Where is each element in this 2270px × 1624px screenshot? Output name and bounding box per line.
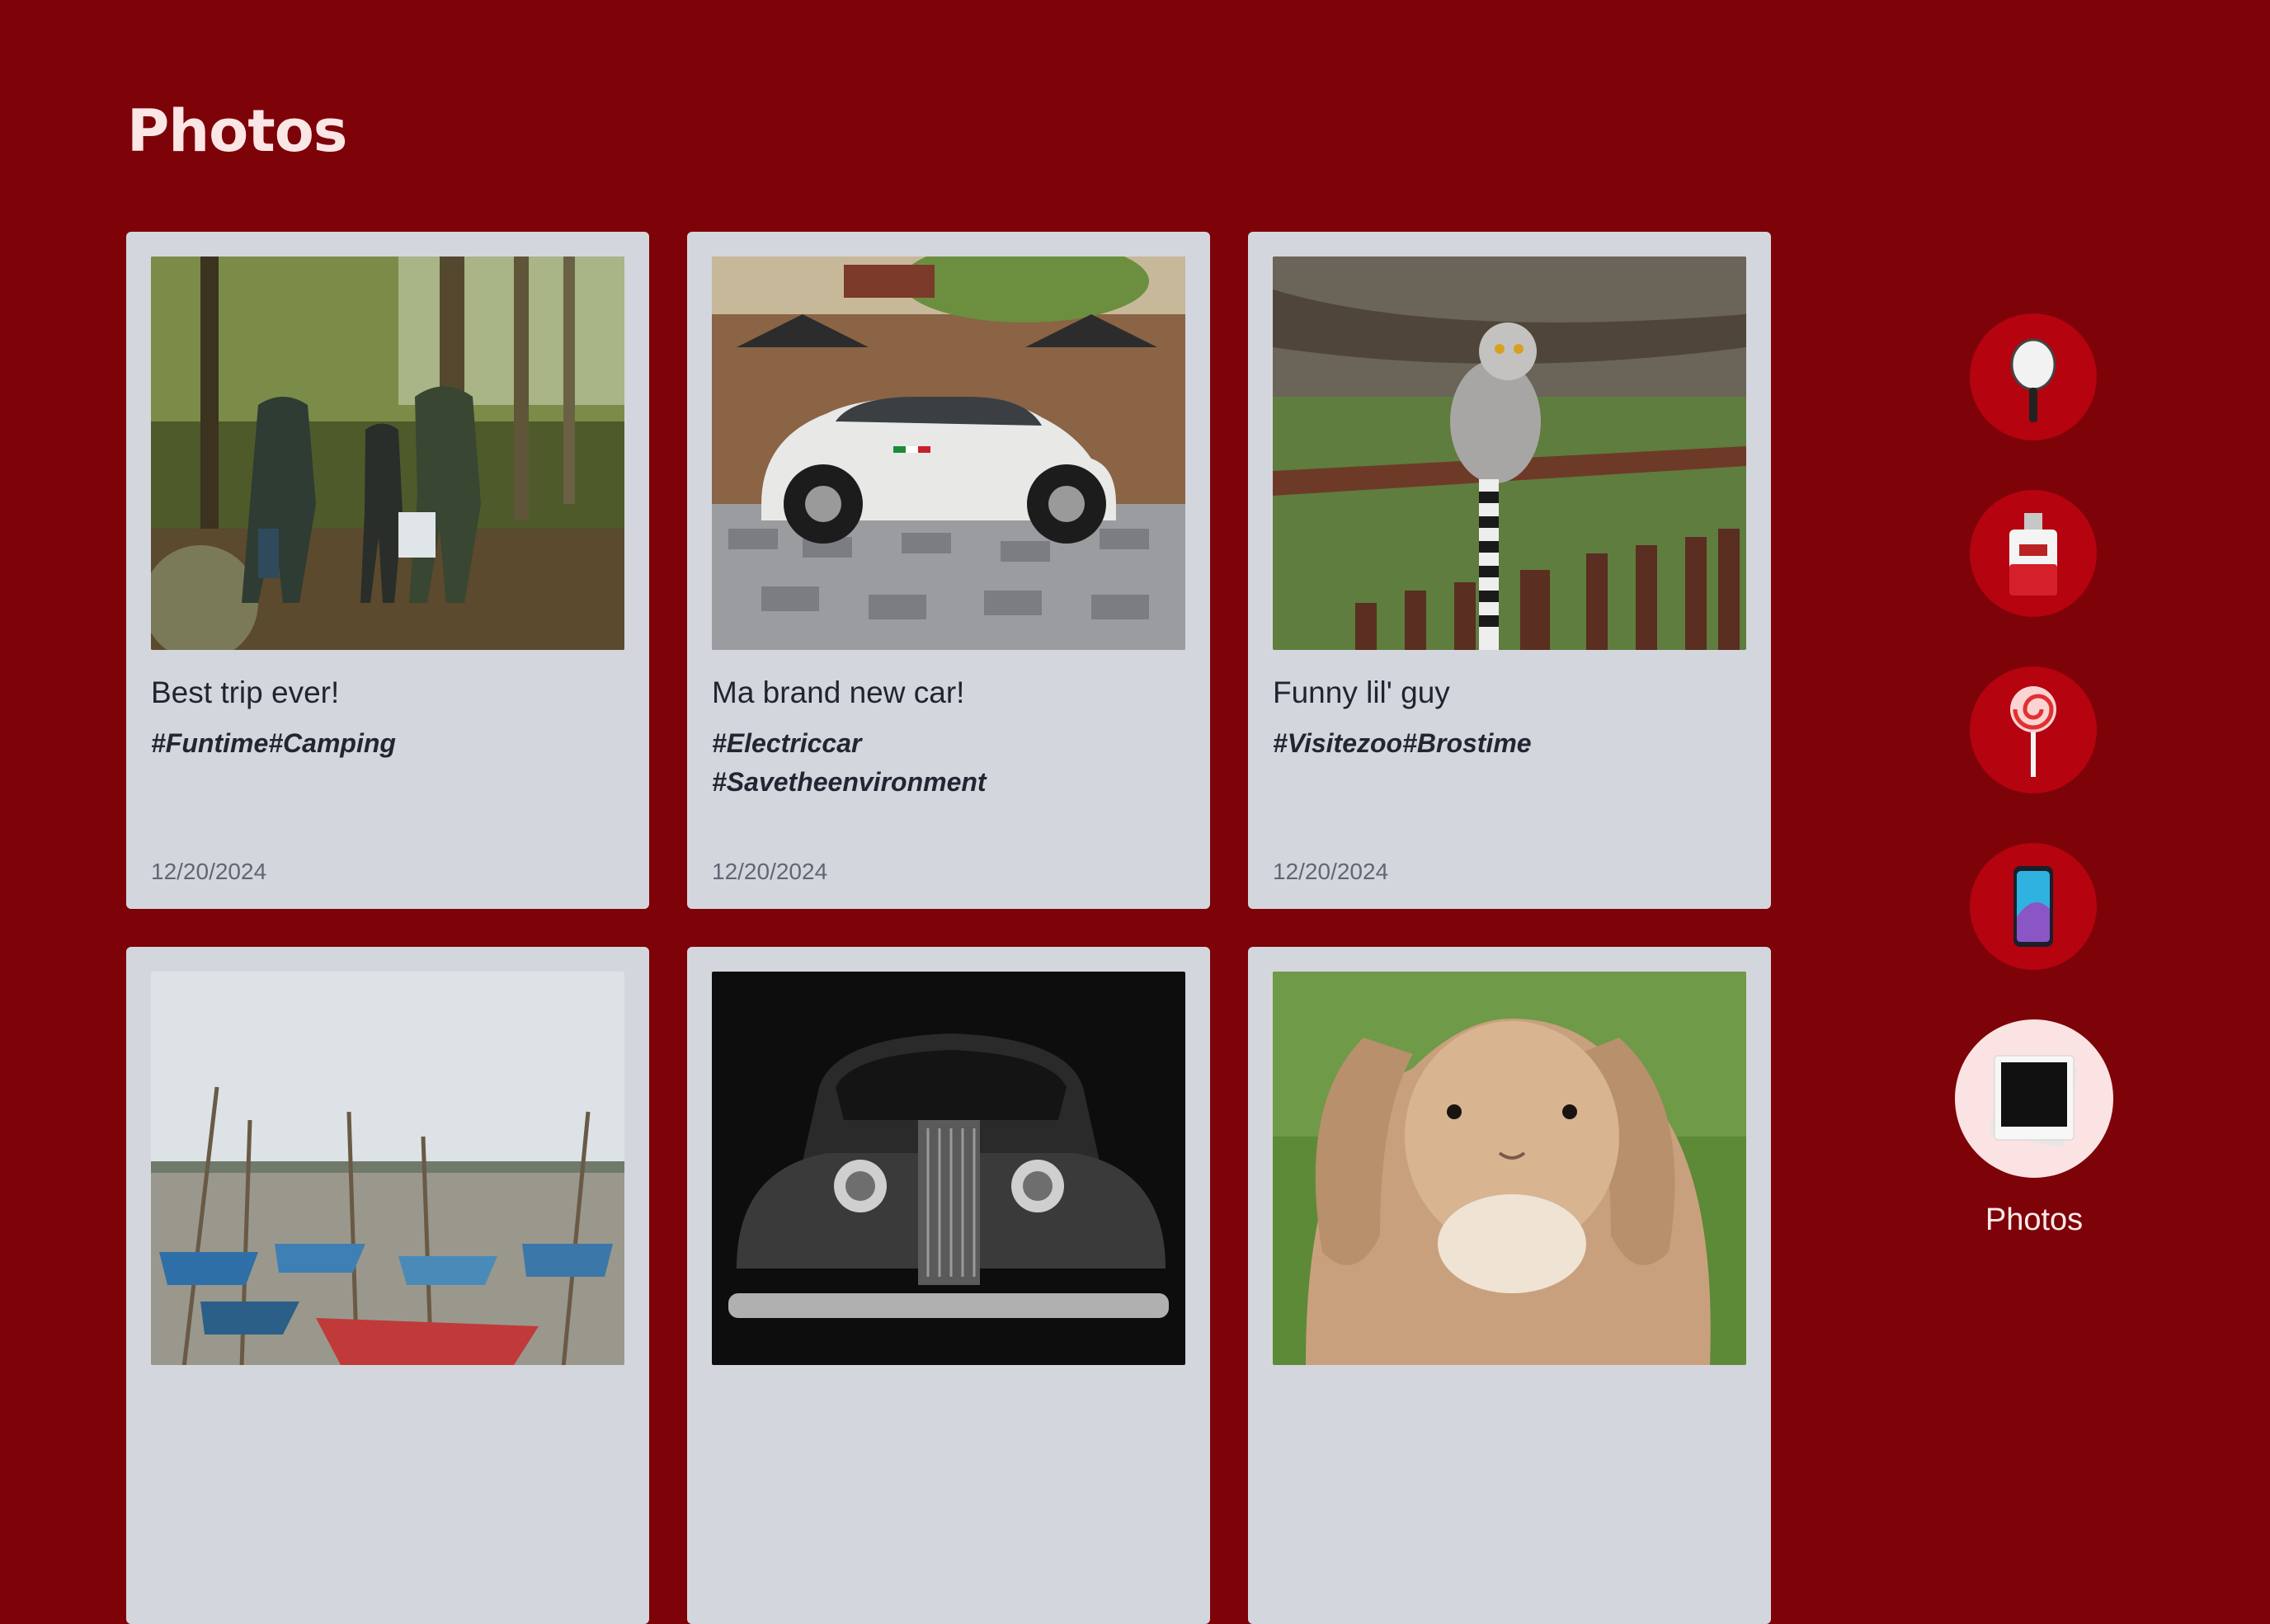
mirror-icon <box>2010 338 2056 422</box>
photo-card[interactable] <box>1248 947 1771 1624</box>
photo-date: 12/20/2024 <box>151 859 267 884</box>
photo-card[interactable] <box>126 947 649 1624</box>
photo-date: 12/20/2024 <box>712 859 828 884</box>
photo-hikers-forest[interactable] <box>151 257 624 650</box>
photo-white-fiat[interactable] <box>712 257 1185 650</box>
lollipop-app-button[interactable] <box>1970 666 2097 793</box>
phone-icon <box>2013 866 2053 947</box>
photo-caption: Best trip ever! <box>151 675 340 709</box>
photo-card[interactable] <box>687 947 1210 1624</box>
photo-vintage-car-bw[interactable] <box>712 972 1185 1365</box>
photo-lemur-on-fence[interactable] <box>1273 257 1746 650</box>
perfume-app-button[interactable] <box>1970 490 2097 617</box>
mirror-app-button[interactable] <box>1970 313 2097 440</box>
photo-harbor-boats[interactable] <box>151 972 624 1365</box>
page-title: Photos <box>127 97 347 165</box>
photo-tags[interactable]: #Electriccar #Savetheenvironment <box>712 724 1174 802</box>
dock-label-photos: Photos <box>1985 1203 2084 1237</box>
photo-card[interactable]: Funny lil' guy #Visitezoo#Brostime 12/20… <box>1248 232 1771 909</box>
photo-caption: Funny lil' guy <box>1273 675 1450 709</box>
photo-bunny[interactable] <box>1273 972 1746 1365</box>
perfume-icon <box>2009 513 2057 595</box>
photo-card[interactable]: Ma brand new car! #Electriccar #Savethee… <box>687 232 1210 909</box>
photo-tags[interactable]: #Visitezoo#Brostime <box>1273 724 1735 763</box>
photo-date: 12/20/2024 <box>1273 859 1389 884</box>
photo-caption: Ma brand new car! <box>712 675 965 709</box>
photos-app-button[interactable] <box>1955 1019 2113 1178</box>
phone-app-button[interactable] <box>1970 843 2097 970</box>
photos-icon <box>1990 1055 2078 1147</box>
photo-tags[interactable]: #Funtime#Camping <box>151 724 613 763</box>
lollipop-icon <box>2010 686 2056 777</box>
photo-card[interactable]: Best trip ever! #Funtime#Camping 12/20/2… <box>126 232 649 909</box>
